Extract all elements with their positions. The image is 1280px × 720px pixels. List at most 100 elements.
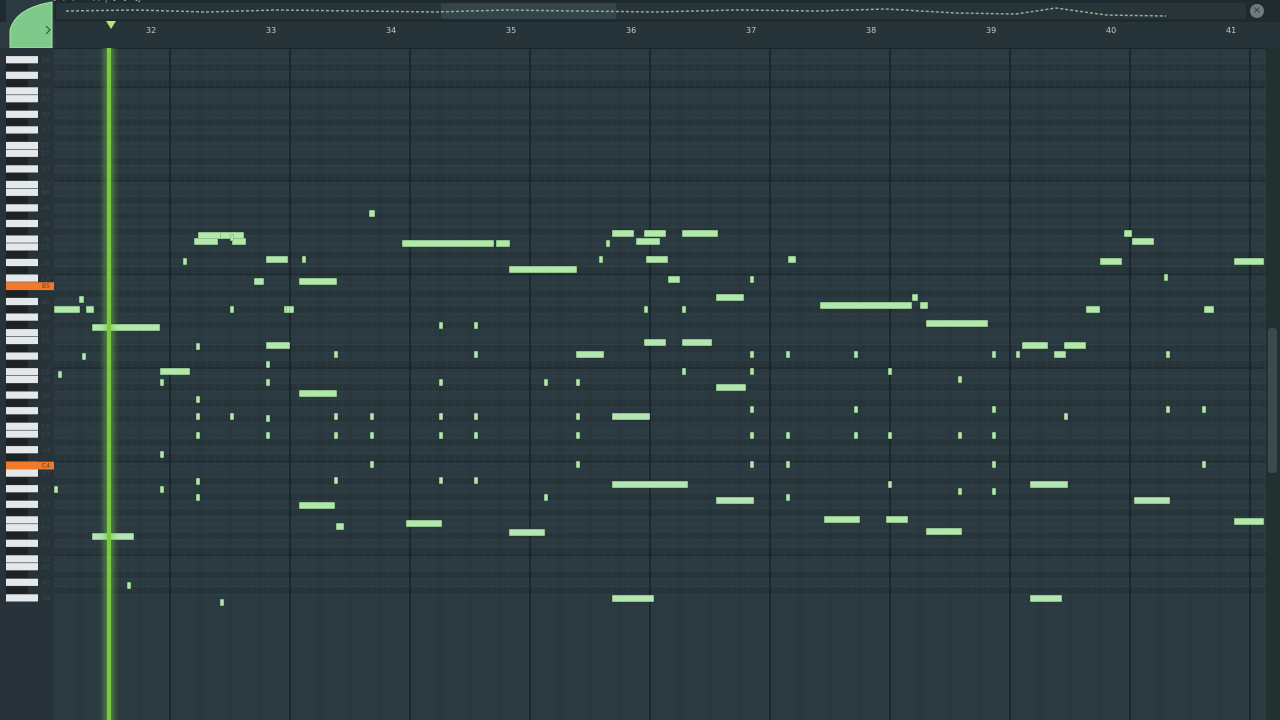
midi-note[interactable] <box>612 230 634 237</box>
midi-note[interactable] <box>230 306 234 313</box>
midi-note[interactable] <box>820 302 912 309</box>
midi-note[interactable] <box>576 461 580 468</box>
midi-note[interactable] <box>646 256 668 263</box>
midi-note[interactable] <box>612 481 688 488</box>
midi-note[interactable] <box>474 351 478 358</box>
midi-note[interactable] <box>1064 342 1086 349</box>
midi-note[interactable] <box>992 432 996 439</box>
midi-note[interactable] <box>1022 342 1048 349</box>
midi-note[interactable] <box>599 256 603 263</box>
midi-note[interactable] <box>474 322 478 329</box>
midi-note[interactable] <box>299 390 337 397</box>
midi-note[interactable] <box>439 322 443 329</box>
white-key[interactable] <box>6 258 38 267</box>
white-key[interactable] <box>6 126 38 134</box>
timeline-ruler[interactable]: 32 33 34 35 36 37 38 39 40 41 <box>54 22 1280 49</box>
midi-note[interactable] <box>1132 238 1154 245</box>
midi-note[interactable] <box>474 413 478 420</box>
black-key[interactable] <box>6 305 28 313</box>
black-key[interactable] <box>6 586 28 594</box>
midi-note[interactable] <box>299 278 337 285</box>
midi-note[interactable] <box>854 406 858 413</box>
midi-note[interactable] <box>54 486 58 493</box>
midi-note[interactable] <box>370 461 374 468</box>
midi-note[interactable] <box>196 343 200 350</box>
midi-note[interactable] <box>266 379 270 386</box>
midi-note[interactable] <box>1234 258 1264 265</box>
midi-note[interactable] <box>474 477 478 484</box>
white-key[interactable] <box>6 430 38 438</box>
midi-note[interactable] <box>406 520 442 527</box>
white-key[interactable] <box>6 500 38 508</box>
midi-note[interactable] <box>439 379 443 386</box>
white-key[interactable] <box>6 110 38 118</box>
midi-note[interactable] <box>750 432 754 439</box>
white-key[interactable] <box>6 71 38 79</box>
midi-note[interactable] <box>370 432 374 439</box>
black-key[interactable] <box>6 251 28 259</box>
black-key[interactable] <box>6 196 28 204</box>
white-key[interactable] <box>6 375 38 384</box>
midi-note[interactable] <box>786 461 790 468</box>
black-key[interactable] <box>6 438 28 446</box>
midi-note[interactable] <box>196 478 200 485</box>
white-key[interactable] <box>6 235 38 243</box>
white-key[interactable] <box>6 422 38 430</box>
midi-note[interactable] <box>1166 351 1170 358</box>
piano-keyboard[interactable]: E8 D8 C8 B7 A7 G7 F7 E7 D7 C7 B6 A6 G6 F6 E6 D6 C6 B5 A5 G5… <box>0 48 54 720</box>
midi-note[interactable] <box>750 368 754 375</box>
white-key[interactable] <box>6 578 38 586</box>
midi-note[interactable] <box>58 371 62 378</box>
midi-note[interactable] <box>888 368 892 375</box>
black-key[interactable] <box>6 383 28 391</box>
pencil-tool-icon[interactable] <box>6 0 54 50</box>
midi-note[interactable] <box>266 415 270 422</box>
midi-note[interactable] <box>576 351 604 358</box>
white-key[interactable] <box>6 56 38 64</box>
midi-note[interactable] <box>86 306 94 313</box>
black-key[interactable] <box>6 321 28 329</box>
black-key[interactable] <box>6 227 28 235</box>
white-key[interactable] <box>6 313 38 321</box>
black-key[interactable] <box>6 508 28 516</box>
midi-note[interactable] <box>82 353 86 360</box>
midi-note[interactable] <box>196 396 200 403</box>
midi-note[interactable] <box>370 413 374 420</box>
white-key[interactable] <box>6 352 38 360</box>
white-key[interactable] <box>6 243 38 251</box>
white-key[interactable] <box>6 539 38 547</box>
black-key[interactable] <box>6 547 28 555</box>
white-key[interactable] <box>6 368 38 376</box>
midi-note[interactable] <box>992 351 996 358</box>
midi-note[interactable] <box>160 486 164 493</box>
midi-note[interactable] <box>1054 351 1066 358</box>
midi-note[interactable] <box>1234 518 1264 525</box>
midi-note[interactable] <box>682 230 718 237</box>
black-key[interactable] <box>6 344 28 352</box>
midi-note[interactable] <box>788 256 796 263</box>
white-key[interactable] <box>6 204 38 212</box>
white-key[interactable] <box>6 563 38 571</box>
piano-keys[interactable]: E8 D8 C8B7 A7 G7 F7E7 D7 C7B6 A6 G6 F6E6 D6 C6B5 A5 G5… <box>0 48 54 720</box>
midi-note[interactable] <box>750 351 754 358</box>
midi-note[interactable] <box>716 497 754 504</box>
midi-note[interactable] <box>474 432 478 439</box>
midi-note[interactable] <box>750 276 754 283</box>
midi-note[interactable] <box>644 339 666 346</box>
midi-note[interactable] <box>254 278 264 285</box>
black-key[interactable] <box>6 492 28 501</box>
midi-note[interactable] <box>334 351 338 358</box>
midi-note[interactable] <box>854 351 858 358</box>
midi-note[interactable] <box>786 351 790 358</box>
white-key[interactable] <box>6 485 38 493</box>
midi-note[interactable] <box>160 368 190 375</box>
midi-note[interactable] <box>183 258 187 265</box>
midi-note[interactable] <box>160 451 164 458</box>
black-key[interactable] <box>6 63 28 72</box>
midi-note[interactable] <box>299 502 335 509</box>
midi-note[interactable] <box>644 230 666 237</box>
white-key[interactable] <box>6 516 38 524</box>
midi-note[interactable] <box>232 238 246 245</box>
black-key[interactable] <box>6 212 28 220</box>
midi-note[interactable] <box>1202 461 1206 468</box>
